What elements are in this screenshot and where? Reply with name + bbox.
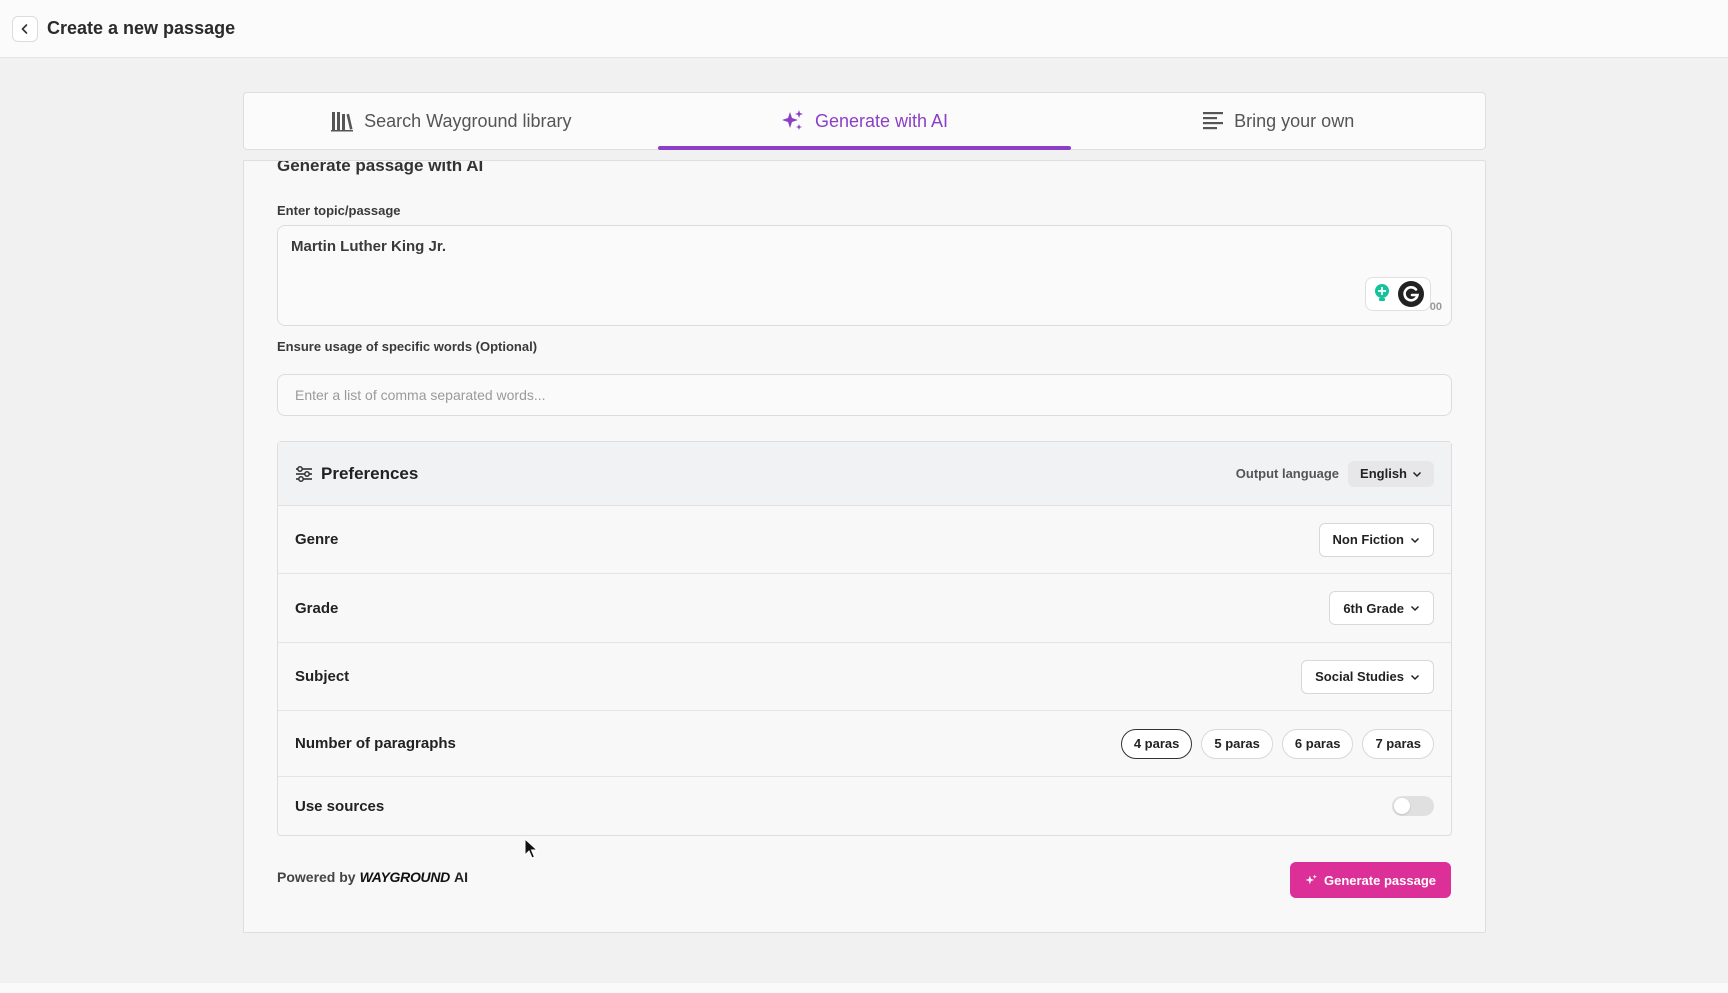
sources-row: Use sources [278,777,1451,835]
sparkles-icon [781,110,803,130]
subject-label: Subject [295,668,350,685]
books-icon [331,112,354,132]
bottom-strip [0,983,1728,993]
page-title: Create a new passage [47,18,236,38]
preferences-title: Preferences [321,463,419,483]
tab-generate-ai[interactable]: Generate with AI [657,93,1072,150]
para-option-5[interactable]: 5 paras [1201,728,1273,759]
genre-label: Genre [295,531,339,548]
chevron-down-icon [1410,674,1420,680]
specific-words-input[interactable] [277,374,1452,416]
topic-label: Enter topic/passage [277,203,401,218]
tab-label: Bring your own [1234,110,1355,131]
preferences-header: Preferences Output language English [278,442,1451,506]
chevron-down-icon [1410,537,1420,543]
sources-label: Use sources [295,797,385,815]
grade-label: Grade [295,599,339,617]
output-language-value: English [1360,466,1407,481]
mouse-cursor-icon [524,838,538,859]
tab-label: Generate with AI [814,110,949,131]
generate-passage-label: Generate passage [1323,872,1436,888]
subject-dropdown[interactable]: Social Studies [1301,659,1434,694]
char-counter: 00 [1429,301,1442,313]
topic-value: Martin Luther King Jr. [291,238,447,255]
subject-value: Social Studies [1315,669,1404,684]
text-lines-icon [1203,112,1224,130]
topic-textarea[interactable]: Martin Luther King Jr. 00 [277,225,1452,326]
output-language-label: Output language [1235,466,1340,481]
para-option-4[interactable]: 4 paras [1120,728,1193,759]
chevron-left-icon [21,23,28,34]
preferences-card: Preferences Output language English Genr… [277,441,1452,836]
tab-search-library[interactable]: Search Wayground library [244,93,658,149]
powered-by: Powered by WAYGROUND AI [277,869,468,885]
grammarly-icon [1397,281,1424,307]
writing-assistant-widget[interactable] [1365,277,1431,311]
paragraph-options: 4 paras 5 paras 6 paras 7 paras [1120,728,1434,759]
powered-by-label: Powered by [277,869,356,885]
sparkles-icon [1305,874,1317,884]
subject-row: Subject Social Studies [278,643,1451,711]
top-bar: Create a new passage [0,0,1728,58]
tab-bar: Search Wayground library Generate with A… [243,92,1486,150]
brand-suffix: AI [453,869,468,885]
use-sources-toggle[interactable] [1392,796,1434,816]
grade-row: Grade 6th Grade [278,574,1451,643]
genre-value: Non Fiction [1332,532,1405,547]
grade-dropdown[interactable]: 6th Grade [1329,591,1434,625]
brand-logo: WAYGROUND [359,869,451,885]
paragraphs-label: Number of paragraphs [295,735,456,752]
para-option-7[interactable]: 7 paras [1362,728,1434,759]
back-button[interactable] [12,15,38,42]
section-heading: Generate passage with AI [277,160,484,175]
generate-passage-button[interactable]: Generate passage [1289,862,1451,898]
grade-value: 6th Grade [1343,600,1404,616]
words-label: Ensure usage of specific words (Optional… [277,339,538,354]
genre-dropdown[interactable]: Non Fiction [1318,522,1434,557]
sliders-icon [296,465,312,482]
lightbulb-icon [1374,284,1389,301]
para-option-6[interactable]: 6 paras [1281,728,1354,759]
chevron-down-icon [1410,605,1420,612]
genre-row: Genre Non Fiction [278,506,1451,574]
output-language-select[interactable]: English [1348,460,1434,487]
tab-label: Search Wayground library [364,110,572,131]
generate-panel: Generate passage with AI Enter topic/pas… [243,160,1486,933]
tab-bring-your-own[interactable]: Bring your own [1071,93,1485,149]
output-language-group: Output language English [1235,460,1434,487]
chevron-down-icon [1412,471,1422,477]
paragraphs-row: Number of paragraphs 4 paras 5 paras 6 p… [278,711,1451,777]
